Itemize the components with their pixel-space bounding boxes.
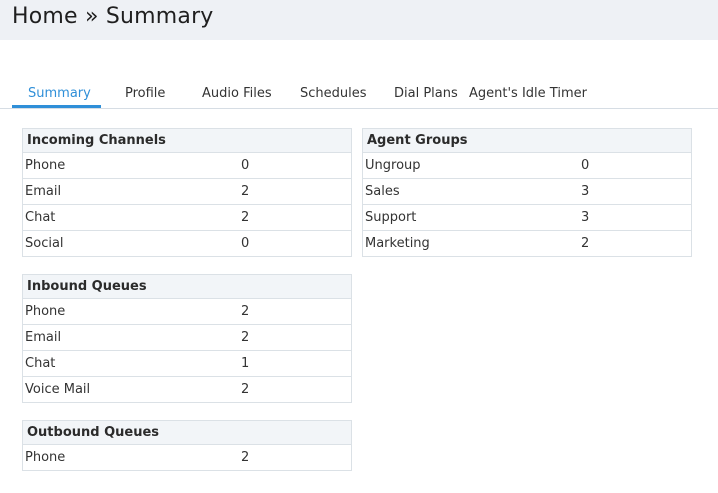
breadcrumb-title: Home » Summary: [12, 4, 214, 29]
row-label: Sales: [365, 184, 400, 199]
row-value: 3: [581, 210, 590, 225]
row-label: Phone: [25, 304, 66, 319]
table-row: Phone 2: [23, 445, 351, 470]
page-header: Home » Summary: [0, 0, 718, 40]
panel-title: Agent Groups: [363, 129, 691, 153]
outbound-queues-panel: Outbound Queues Phone 2: [22, 420, 352, 471]
row-value: 1: [241, 356, 250, 371]
tab-agents-idle-timer[interactable]: Agent's Idle Timer: [469, 86, 587, 101]
tab-audio-files[interactable]: Audio Files: [202, 86, 272, 101]
table-row: Email 2: [23, 325, 351, 351]
table-row: Email 2: [23, 179, 351, 205]
tab-profile[interactable]: Profile: [125, 86, 165, 101]
panel-title: Incoming Channels: [23, 129, 351, 153]
incoming-channels-panel: Incoming Channels Phone 0 Email 2 Chat 2…: [22, 128, 352, 257]
row-label: Ungroup: [365, 158, 421, 173]
row-label: Chat: [25, 356, 56, 371]
row-label: Email: [25, 330, 62, 345]
agent-groups-panel: Agent Groups Ungroup 0 Sales 3 Support 3…: [362, 128, 692, 257]
row-value: 0: [581, 158, 590, 173]
tab-bar: Summary Profile Audio Files Schedules Di…: [0, 84, 718, 109]
row-value: 0: [241, 158, 250, 173]
row-value: 2: [241, 450, 250, 465]
table-row: Voice Mail 2: [23, 377, 351, 402]
tab-dial-plans[interactable]: Dial Plans: [394, 86, 458, 101]
table-row: Chat 1: [23, 351, 351, 377]
row-label: Phone: [25, 450, 66, 465]
row-label: Phone: [25, 158, 66, 173]
row-label: Chat: [25, 210, 56, 225]
row-value: 2: [241, 330, 250, 345]
panel-title: Inbound Queues: [23, 275, 351, 299]
row-label: Social: [25, 236, 64, 251]
row-label: Support: [365, 210, 417, 225]
row-label: Voice Mail: [25, 382, 91, 397]
inbound-queues-panel: Inbound Queues Phone 2 Email 2 Chat 1 Vo…: [22, 274, 352, 403]
row-value: 2: [241, 382, 250, 397]
row-value: 2: [241, 304, 250, 319]
table-row: Marketing 2: [363, 231, 691, 256]
row-value: 2: [241, 184, 250, 199]
table-row: Ungroup 0: [363, 153, 691, 179]
row-value: 2: [241, 210, 250, 225]
table-row: Phone 0: [23, 153, 351, 179]
panel-title: Outbound Queues: [23, 421, 351, 445]
table-row: Chat 2: [23, 205, 351, 231]
tab-schedules[interactable]: Schedules: [300, 86, 367, 101]
row-label: Email: [25, 184, 62, 199]
row-label: Marketing: [365, 236, 430, 251]
row-value: 2: [581, 236, 590, 251]
table-row: Support 3: [363, 205, 691, 231]
table-row: Social 0: [23, 231, 351, 256]
row-value: 0: [241, 236, 250, 251]
row-value: 3: [581, 184, 590, 199]
table-row: Phone 2: [23, 299, 351, 325]
active-tab-indicator: [12, 105, 101, 108]
table-row: Sales 3: [363, 179, 691, 205]
tab-summary[interactable]: Summary: [28, 86, 91, 101]
